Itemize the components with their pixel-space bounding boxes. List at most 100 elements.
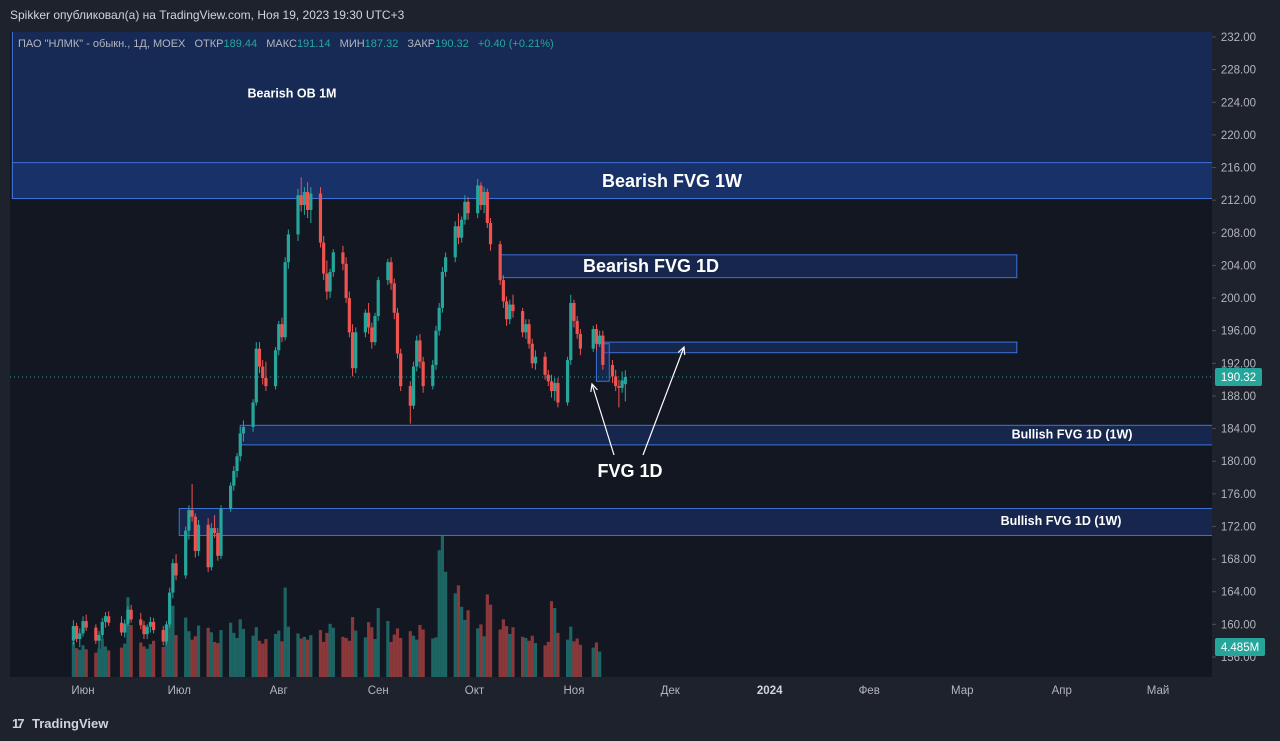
candle-body[interactable] [418,340,422,362]
candle-body[interactable] [212,528,217,533]
candle-body[interactable] [549,381,554,392]
candle-body[interactable] [546,374,550,382]
candle-body[interactable] [107,616,111,623]
candle-body[interactable] [408,386,412,406]
candle-body[interactable] [171,563,175,593]
candle-body[interactable] [84,621,88,628]
candle-body[interactable] [399,353,403,387]
candle-body[interactable] [142,625,146,635]
candle-body[interactable] [623,377,627,385]
candle-body[interactable] [479,185,483,206]
candle-body[interactable] [501,280,505,302]
candle-body[interactable] [302,192,307,206]
candle-body[interactable] [411,366,416,406]
tradingview-logo[interactable]: 17 TradingView [12,716,108,731]
zone-box[interactable] [499,254,1018,279]
candle-body[interactable] [533,356,538,364]
candle-body[interactable] [103,616,108,622]
candle-body[interactable] [463,201,467,220]
candle-body[interactable] [241,426,246,434]
candle-body[interactable] [431,364,435,387]
candle-body[interactable] [488,223,493,245]
candle-body[interactable] [97,634,101,641]
candle-body[interactable] [354,332,358,369]
candle-body[interactable] [498,244,502,281]
candlestick-chart[interactable]: Bearish OB 1M Bearish FVG 1W Bearish FVG 1… [0,0,1280,741]
time-axis[interactable]: Июн Июл Авг Сен Окт Ноя Дек 2024 Фев Мар Апр Май [71,685,1169,697]
candle-body[interactable] [238,433,242,457]
candle-body[interactable] [161,630,165,642]
candle-body[interactable] [440,271,445,308]
candle-body[interactable] [283,262,287,338]
candle-body[interactable] [578,333,582,349]
candle-body[interactable] [421,361,425,387]
candle-body[interactable] [395,312,400,354]
candle-body[interactable] [331,252,335,272]
candle-body[interactable] [508,304,512,320]
candle-body[interactable] [193,516,197,551]
candle-body[interactable] [174,563,178,576]
candle-body[interactable] [74,626,79,640]
candle-body[interactable] [280,324,284,338]
candle-body[interactable] [460,219,464,238]
candle-body[interactable] [437,307,441,331]
candle-body[interactable] [620,380,624,388]
candle-body[interactable] [190,510,194,517]
candle-body[interactable] [565,360,570,403]
candle-body[interactable] [556,382,560,403]
candle-body[interactable] [306,192,310,210]
candle-body[interactable] [139,619,143,626]
candle-body[interactable] [347,298,351,333]
candle-body[interactable] [119,622,124,633]
candle-body[interactable] [521,311,525,333]
candle-body[interactable] [344,263,348,299]
candle-body[interactable] [322,242,326,274]
candle-body[interactable] [318,193,323,243]
candle-body[interactable] [254,348,258,403]
candle-body[interactable] [299,195,303,206]
candle-body[interactable] [485,192,489,223]
candle-body[interactable] [164,624,169,642]
candle-body[interactable] [527,324,531,344]
candle-body[interactable] [482,192,486,206]
candle-body[interactable] [232,471,236,486]
candle-body[interactable] [257,348,262,367]
candle-body[interactable] [370,327,374,343]
candle-body[interactable] [524,324,528,333]
candle-body[interactable] [78,633,82,640]
candle-body[interactable] [511,304,515,312]
candle-body[interactable] [126,609,130,624]
candle-body[interactable] [216,533,220,556]
candle-body[interactable] [123,623,127,633]
candle-body[interactable] [376,280,380,316]
candle-body[interactable] [476,185,480,214]
candle-body[interactable] [373,316,377,343]
candle-body[interactable] [530,343,534,364]
candle-body[interactable] [328,271,332,292]
candle-body[interactable] [389,262,393,284]
candle-body[interactable] [94,627,98,641]
candle-body[interactable] [614,376,618,387]
candle-body[interactable] [261,366,265,378]
candle-body[interactable] [453,226,457,258]
candle-body[interactable] [386,262,390,281]
candle-body[interactable] [569,302,573,361]
candle-body[interactable] [296,195,300,235]
candle-body[interactable] [184,530,188,576]
candle-body[interactable] [129,609,133,620]
candle-body[interactable] [273,350,278,387]
candle-body[interactable] [363,312,367,333]
symbol-name[interactable]: ПАО "НЛМК" - обыкн., 1Д, MOEX [18,38,185,50]
candle-body[interactable] [264,378,268,387]
candle-body[interactable] [466,201,470,214]
candles-series[interactable] [71,177,627,649]
candle-body[interactable] [434,330,438,365]
price-axis[interactable]: 232.00 228.00 224.00 220.00 216.00 212.00 208.… [1212,32,1265,664]
candle-body[interactable] [251,402,255,427]
candle-body[interactable] [456,226,461,238]
candle-body[interactable] [601,335,605,365]
candle-body[interactable] [309,193,313,210]
candle-body[interactable] [366,312,371,328]
candle-body[interactable] [145,626,149,635]
candle-body[interactable] [151,621,156,631]
